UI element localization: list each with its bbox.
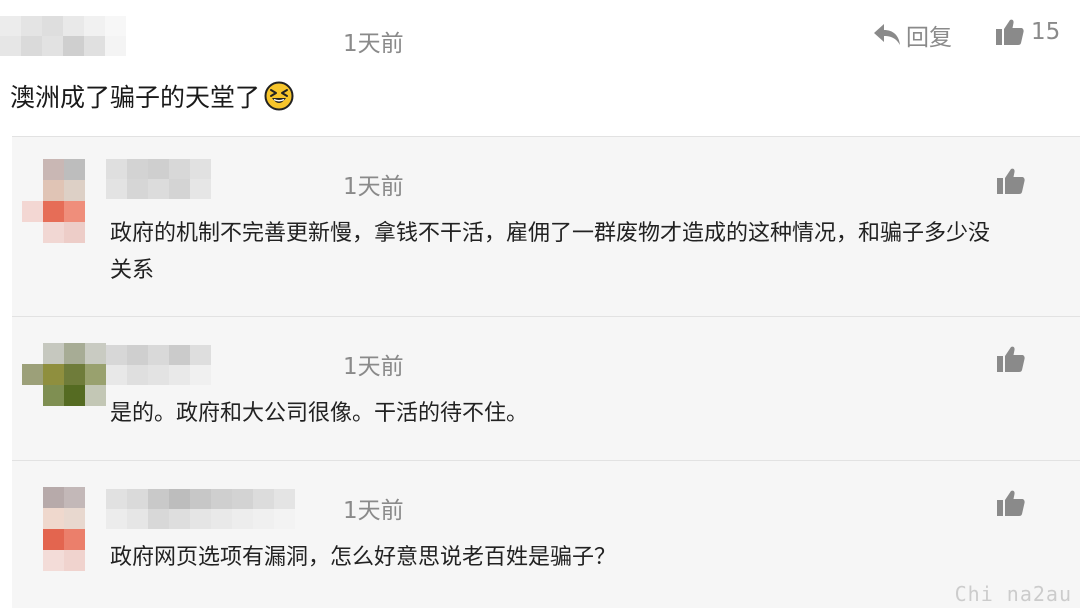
thumbs-up-icon: [997, 490, 1025, 516]
reply1-like-button[interactable]: [996, 166, 1026, 196]
watermark: Chi na2au: [954, 582, 1072, 606]
reply-arrow-icon: [874, 24, 900, 45]
main-like-button[interactable]: 15: [995, 17, 1060, 47]
like-count: 15: [1031, 19, 1061, 45]
reply1-text: 政府的机制不完善更新慢，拿钱不干活，雇佣了一群废物才造成的这种情况，和骗子多少没…: [110, 215, 1072, 289]
reply-item-1: 1天前 政府的机制不完善更新慢，拿钱不干活，雇佣了一群废物才造成的这种情况，和骗…: [12, 136, 1080, 316]
reply-item-3: 1天前 政府网页选项有漏洞，怎么好意思说老百姓是骗子？: [12, 460, 1080, 608]
thumbs-up-icon: [996, 19, 1024, 45]
reply1-text-line2: 关系: [110, 258, 155, 283]
reply3-time: 1天前: [343, 498, 404, 524]
reply3-name-mosaic: [106, 489, 295, 529]
reply3-text: 政府网页选项有漏洞，怎么好意思说老百姓是骗子？: [110, 545, 617, 570]
thumbs-up-icon: [997, 168, 1025, 194]
reply3-like-button[interactable]: [996, 488, 1026, 518]
reply1-text-line1: 政府的机制不完善更新慢，拿钱不干活，雇佣了一群废物才造成的这种情况，和骗子多少没: [110, 221, 991, 246]
thumbs-up-icon: [997, 346, 1025, 372]
reply-item-2: 1天前 是的。政府和大公司很像。干活的待不住。: [12, 316, 1080, 460]
main-comment-time: 1天前: [343, 31, 404, 57]
reply2-text: 是的。政府和大公司很像。干活的待不住。: [110, 401, 529, 426]
comment-thread: 1天前 回复 15 澳洲成了骗子的天堂了 1天前 政府的机制不完善更新慢，拿钱不…: [0, 0, 1080, 608]
reply-label: 回复: [906, 25, 952, 51]
reply2-name-mosaic: [106, 345, 211, 385]
reply2-avatar-mosaic: [22, 343, 106, 406]
reply1-time: 1天前: [343, 174, 404, 200]
main-commenter-name-mosaic: [0, 16, 126, 56]
main-comment-body: 澳洲成了骗子的天堂了: [10, 83, 261, 112]
laughing-squint-emoji-icon: [264, 81, 294, 111]
reply2-time: 1天前: [343, 354, 404, 380]
reply3-avatar-mosaic: [22, 487, 85, 571]
reply2-like-button[interactable]: [996, 344, 1026, 374]
reply-button[interactable]: 回复: [872, 18, 952, 52]
reply1-avatar-mosaic: [22, 159, 85, 243]
main-comment-text: 澳洲成了骗子的天堂了: [10, 78, 294, 114]
reply1-name-mosaic: [106, 159, 211, 199]
